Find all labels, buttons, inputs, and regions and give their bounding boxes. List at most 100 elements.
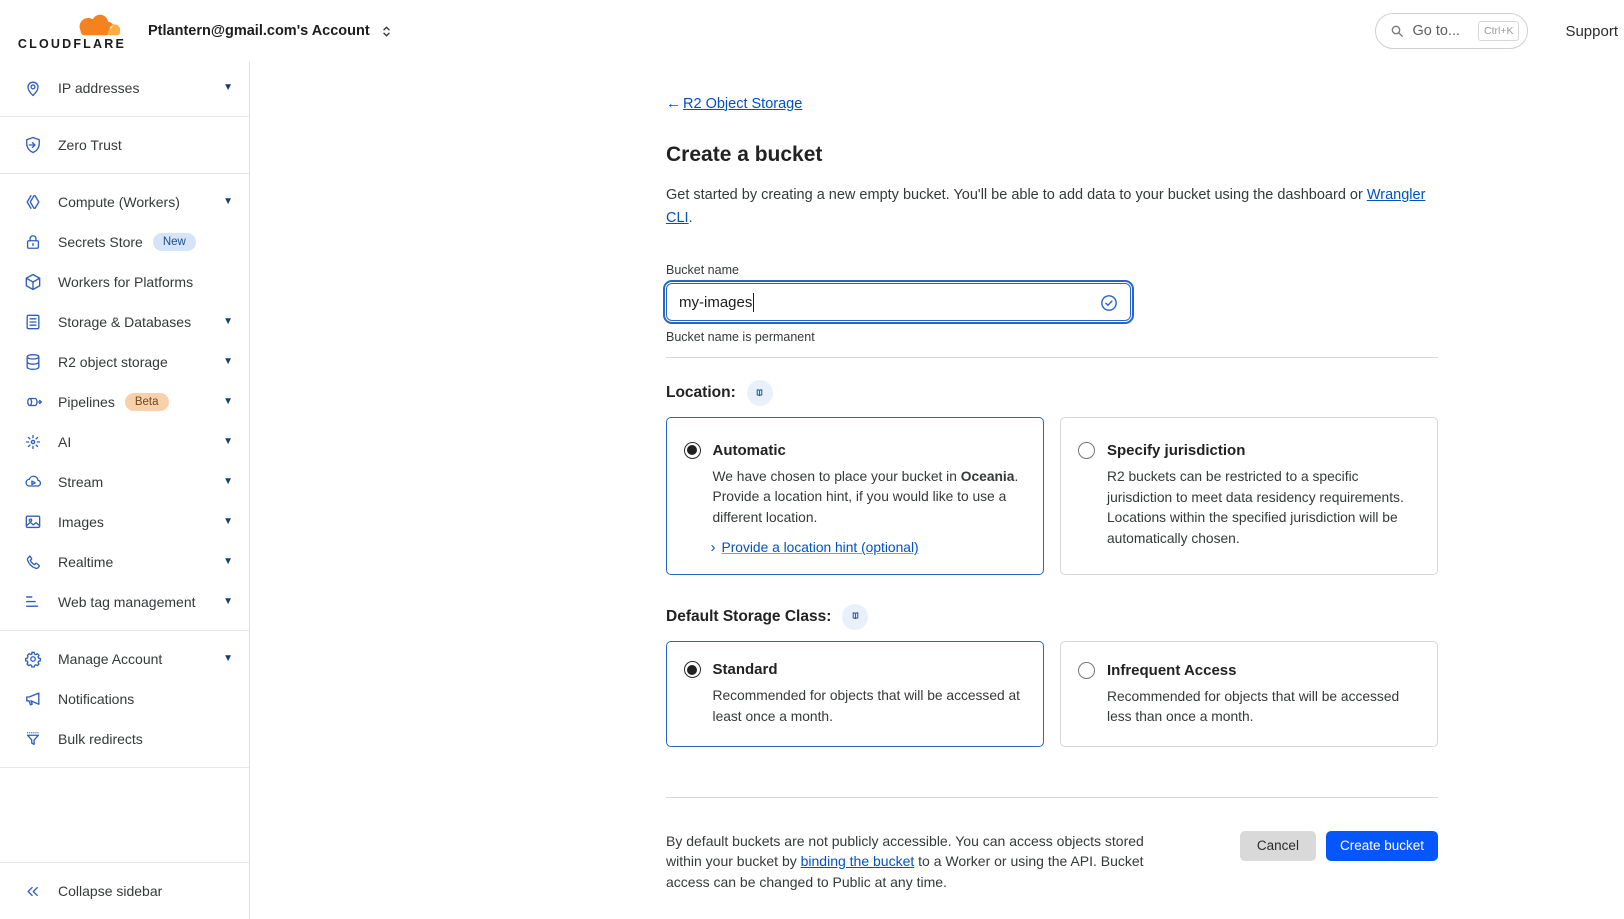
cancel-button[interactable]: Cancel [1240, 831, 1316, 861]
sidebar-item-ai[interactable]: AI ▼ [0, 422, 249, 462]
storage-class-heading-row: Default Storage Class: [666, 604, 1438, 630]
storage-class-docs-icon[interactable] [842, 604, 868, 630]
search-placeholder: Go to... [1412, 23, 1460, 39]
sidebar-item-web-tag-management[interactable]: Web tag management ▼ [0, 582, 249, 622]
option-description: Recommended for objects that will be acc… [713, 686, 1024, 727]
sidebar-item-label: AI [58, 434, 71, 450]
new-badge: New [153, 233, 196, 251]
double-chevron-left-icon [22, 881, 43, 902]
storage-class-option-standard[interactable]: Standard Recommended for objects that wi… [666, 641, 1044, 747]
funnel-icon [22, 729, 43, 750]
option-description: We have chosen to place your bucket in O… [713, 467, 1024, 529]
global-search[interactable]: Go to... Ctrl+K [1375, 13, 1528, 49]
sidebar-item-ip-addresses[interactable]: IP addresses ▼ [0, 68, 249, 108]
sidebar-item-manage-account[interactable]: Manage Account ▼ [0, 639, 249, 679]
sidebar-item-secrets-store[interactable]: Secrets Store New [0, 222, 249, 262]
radio-selected-icon[interactable] [684, 661, 701, 678]
search-icon [1389, 23, 1405, 39]
sidebar-item-compute-workers[interactable]: Compute (Workers) ▼ [0, 182, 249, 222]
location-heading: Location: [666, 384, 736, 402]
cloudflare-logo[interactable]: CLOUDFLARE [22, 12, 126, 51]
collapse-sidebar-button[interactable]: Collapse sidebar [0, 863, 249, 919]
location-option-automatic[interactable]: Automatic We have chosen to place your b… [666, 417, 1044, 575]
location-options: Automatic We have chosen to place your b… [666, 417, 1438, 575]
beta-badge: Beta [125, 393, 169, 411]
sidebar-item-stream[interactable]: Stream ▼ [0, 462, 249, 502]
intro-text-end: . [689, 210, 693, 226]
chevron-down-icon: ▼ [223, 597, 233, 607]
radio-selected-icon[interactable] [684, 442, 701, 459]
sidebar-item-label: Compute (Workers) [58, 194, 180, 210]
footer-divider [666, 797, 1438, 798]
sidebar-item-storage-databases[interactable]: Storage & Databases ▼ [0, 302, 249, 342]
sidebar-item-pipelines[interactable]: Pipelines Beta ▼ [0, 382, 249, 422]
desc-text: We have chosen to place your bucket in [713, 469, 957, 484]
back-link-label: R2 Object Storage [683, 96, 802, 112]
option-title: Infrequent Access [1107, 662, 1237, 679]
sidebar-item-notifications[interactable]: Notifications [0, 679, 249, 719]
cloud-play-icon [22, 472, 43, 493]
collapse-sidebar-label: Collapse sidebar [58, 883, 162, 899]
sidebar-item-label: Realtime [58, 554, 113, 570]
sidebar-item-realtime[interactable]: Realtime ▼ [0, 542, 249, 582]
sidebar-item-label: Zero Trust [58, 137, 122, 153]
storage-class-options: Standard Recommended for objects that wi… [666, 641, 1438, 747]
location-pin-icon [22, 78, 43, 99]
sidebar-item-label: IP addresses [58, 80, 139, 96]
option-title: Standard [713, 661, 778, 678]
bucket-name-input[interactable]: my-images [666, 283, 1131, 321]
support-menu[interactable]: Support [1565, 23, 1618, 40]
bucket-name-value: my-images [679, 294, 752, 311]
sidebar-item-workers-for-platforms[interactable]: Workers for Platforms [0, 262, 249, 302]
text-cursor [753, 293, 754, 312]
database-cylinder-icon [22, 352, 43, 373]
chevron-down-icon: ▼ [223, 557, 233, 567]
sidebar-item-label: Web tag management [58, 594, 196, 610]
chevron-down-icon: ▼ [223, 477, 233, 487]
desc-bold: Oceania [961, 469, 1015, 484]
sidebar-item-bulk-redirects[interactable]: Bulk redirects [0, 719, 249, 759]
chevron-right-icon: › [711, 539, 716, 556]
sparkle-icon [22, 432, 43, 453]
option-description: R2 buckets can be restricted to a specif… [1107, 467, 1417, 549]
arrow-left-icon: ← [666, 95, 681, 112]
back-link-r2-object-storage[interactable]: ←R2 Object Storage [666, 95, 802, 112]
chevron-down-icon: ▼ [223, 517, 233, 527]
selector-chevrons-icon [378, 23, 395, 40]
megaphone-icon [22, 689, 43, 710]
option-title: Specify jurisdiction [1107, 442, 1245, 459]
sidebar-divider [0, 630, 249, 631]
hint-link-label: Provide a location hint (optional) [722, 540, 919, 555]
location-option-specify-jurisdiction[interactable]: Specify jurisdiction R2 buckets can be r… [1060, 417, 1438, 575]
storage-class-option-infrequent-access[interactable]: Infrequent Access Recommended for object… [1060, 641, 1438, 747]
phone-icon [22, 552, 43, 573]
page-title: Create a bucket [666, 143, 1438, 167]
gear-icon [22, 649, 43, 670]
location-heading-row: Location: [666, 380, 1438, 406]
radio-unselected-icon[interactable] [1078, 442, 1095, 459]
chevron-down-icon: ▼ [223, 397, 233, 407]
sidebar-item-label: Stream [58, 474, 103, 490]
bucket-name-label: Bucket name [666, 263, 1438, 277]
account-switcher[interactable]: Ptlantern@gmail.com's Account [148, 23, 395, 40]
sidebar: IP addresses ▼ Zero Trust Compute (Worke… [0, 62, 250, 919]
chevron-down-icon: ▼ [223, 437, 233, 447]
cloudflare-cloud-icon [72, 12, 126, 39]
radio-unselected-icon[interactable] [1078, 662, 1095, 679]
sidebar-item-r2-object-storage[interactable]: R2 object storage ▼ [0, 342, 249, 382]
binding-the-bucket-link[interactable]: binding the bucket [801, 853, 915, 869]
sidebar-item-label: R2 object storage [58, 354, 168, 370]
intro-text: Get started by creating a new empty buck… [666, 187, 1363, 203]
sidebar-item-label: Manage Account [58, 651, 162, 667]
workers-icon [22, 192, 43, 213]
sidebar-item-zero-trust[interactable]: Zero Trust [0, 125, 249, 165]
provide-location-hint-link[interactable]: › Provide a location hint (optional) [711, 539, 1024, 556]
sidebar-item-label: Bulk redirects [58, 731, 143, 747]
sidebar-item-images[interactable]: Images ▼ [0, 502, 249, 542]
location-docs-icon[interactable] [747, 380, 773, 406]
create-bucket-button[interactable]: Create bucket [1326, 831, 1438, 861]
sidebar-item-label: Notifications [58, 691, 134, 707]
footer-row: By default buckets are not publicly acce… [666, 831, 1438, 893]
section-divider [666, 357, 1438, 358]
chevron-down-icon: ▼ [223, 357, 233, 367]
